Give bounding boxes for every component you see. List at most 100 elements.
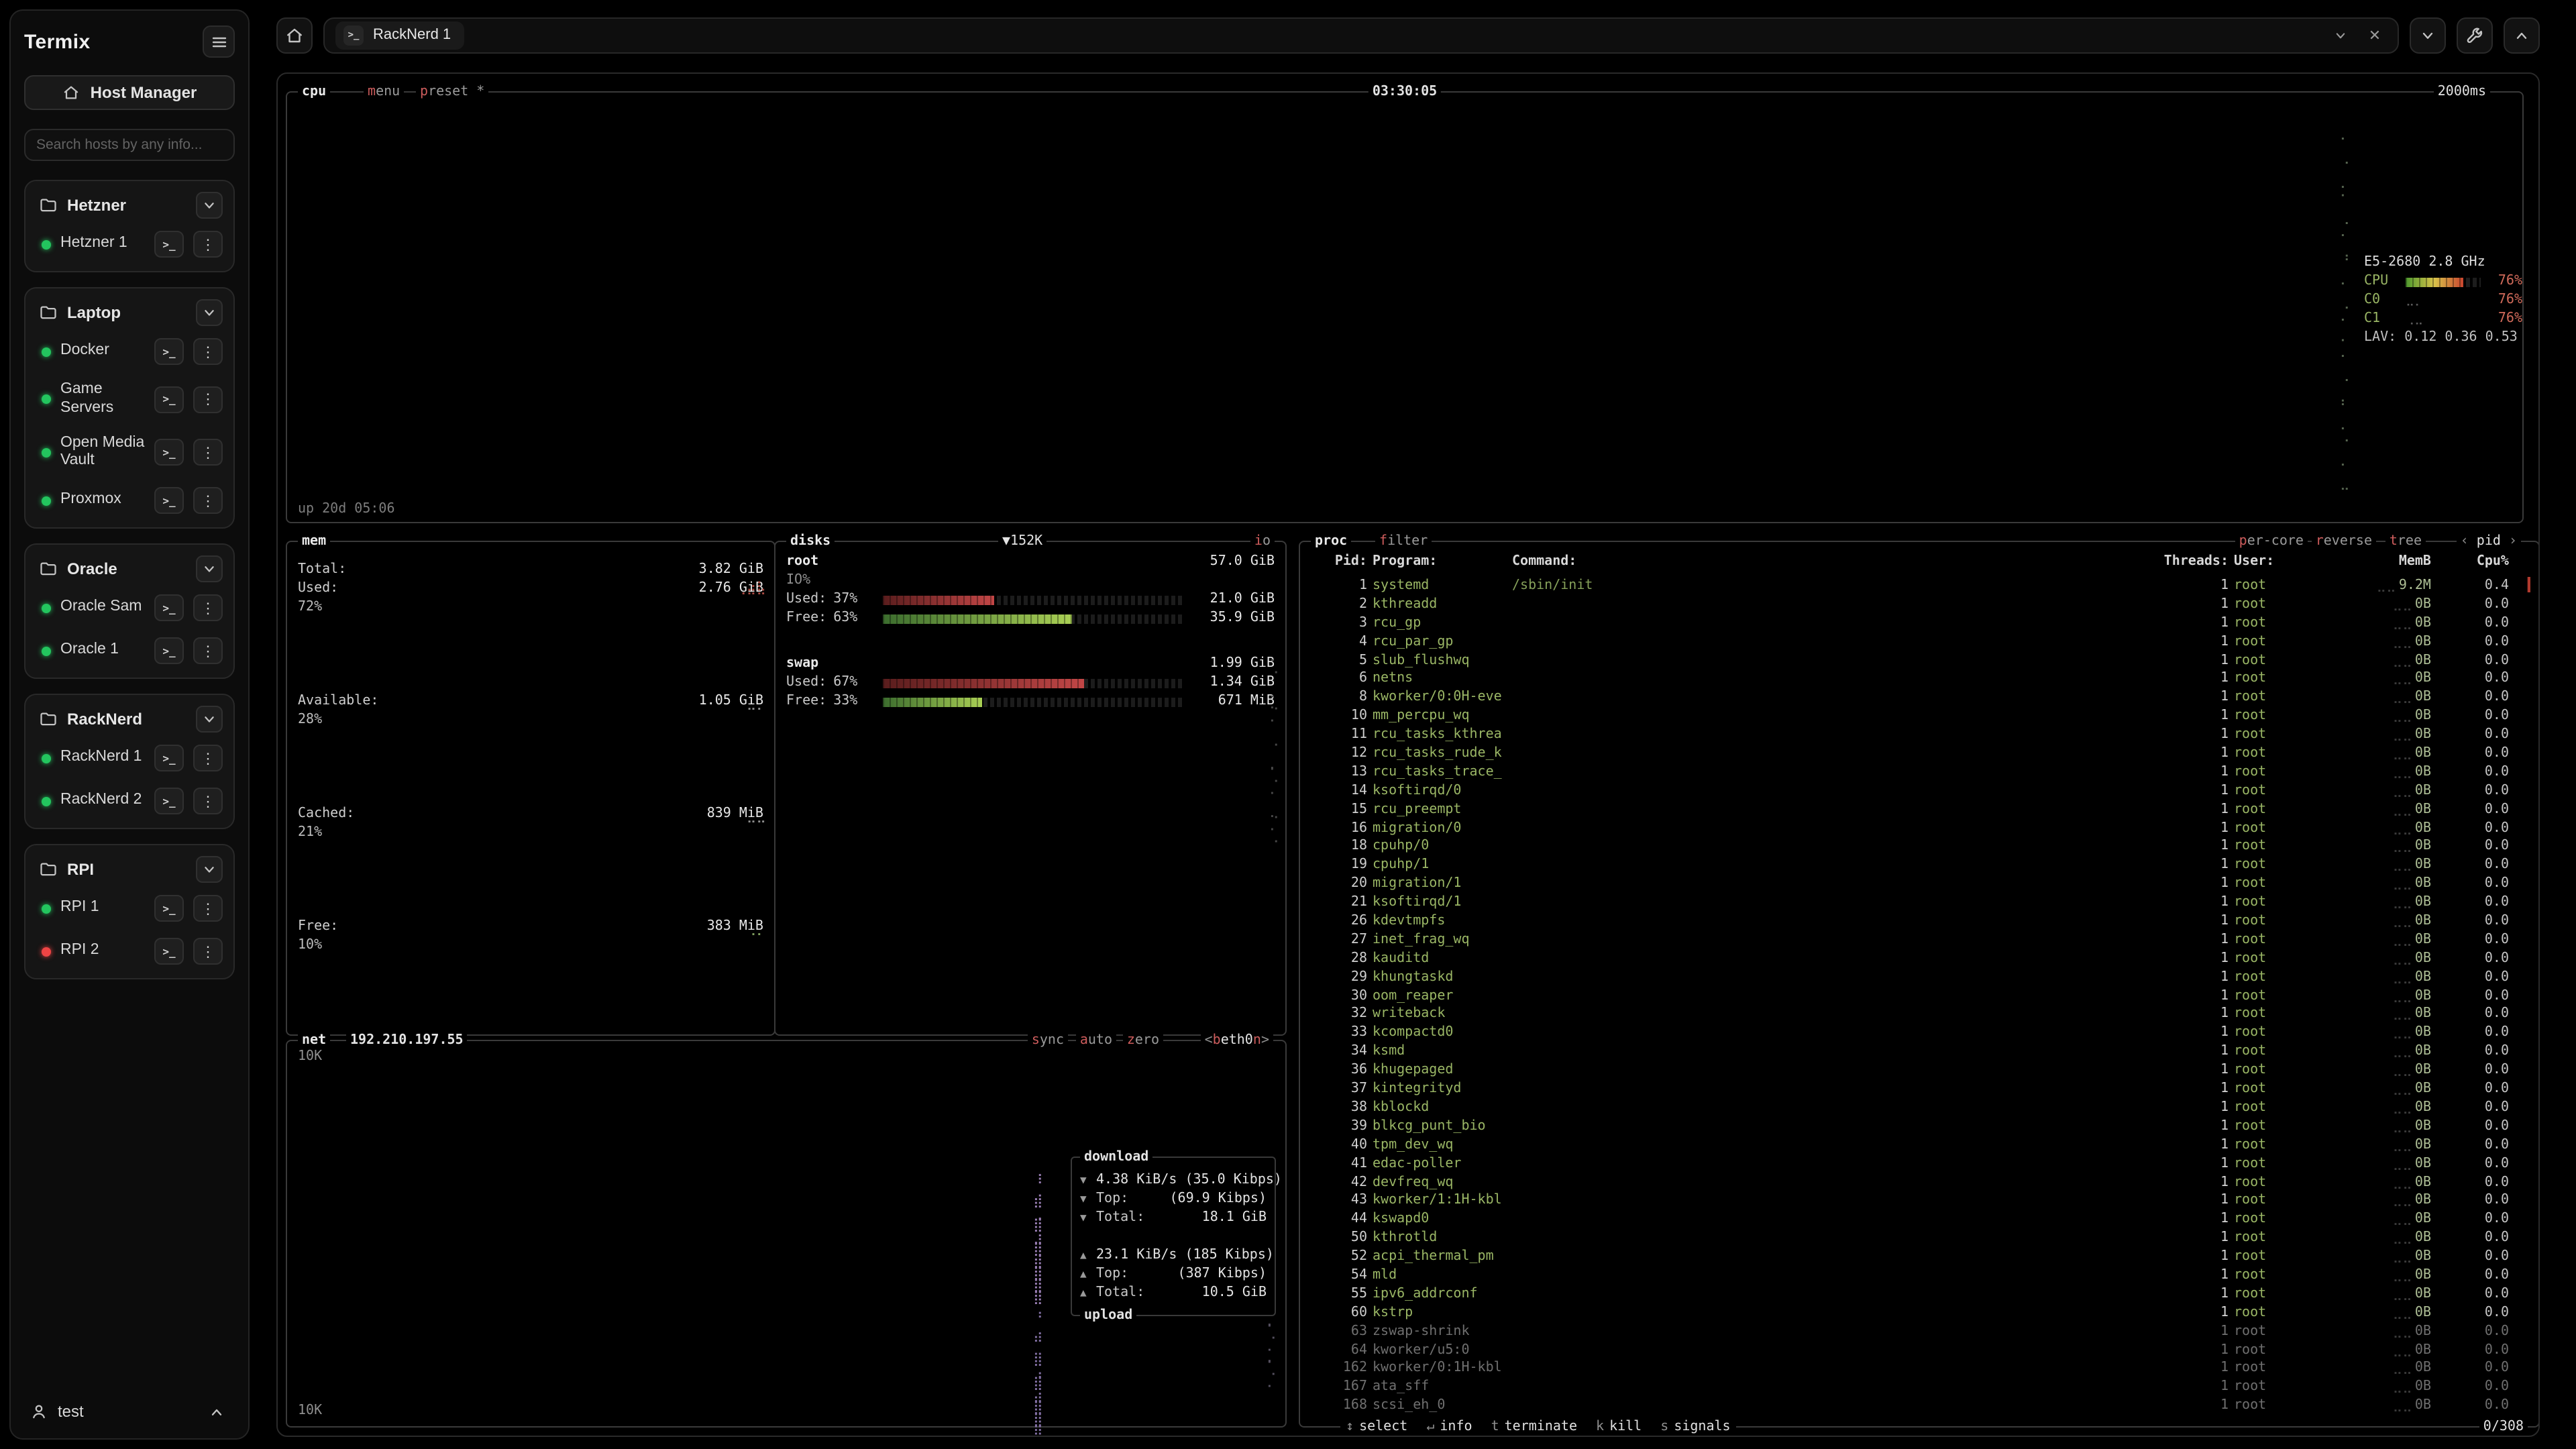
process-row[interactable]: 3rcu_gp1root⣀⣀0B0.0 (1300, 614, 2530, 633)
process-row[interactable]: 28kauditd1root⣀⣀0B0.0 (1300, 950, 2530, 969)
select-action[interactable]: ↕select (1346, 1418, 1407, 1436)
process-row[interactable]: 41edac-poller1root⣀⣀0B0.0 (1300, 1155, 2530, 1173)
process-row[interactable]: 42devfreq_wq1root⣀⣀0B0.0 (1300, 1173, 2530, 1192)
process-row[interactable]: 15rcu_preempt1root⣀⣀0B0.0 (1300, 800, 2530, 819)
host-row[interactable]: RPI 1>_⋮ (34, 890, 225, 927)
host-row[interactable]: Hetzner 1>_⋮ (34, 225, 225, 263)
host-terminal-button[interactable]: >_ (154, 745, 184, 771)
process-row[interactable]: 44kswapd01root⣀⣀0B0.0 (1300, 1211, 2530, 1230)
process-row[interactable]: 12rcu_tasks_rude_k1root⣀⣀0B0.0 (1300, 745, 2530, 763)
host-menu-button[interactable]: ⋮ (193, 338, 223, 365)
process-row[interactable]: 29khungtaskd1root⣀⣀0B0.0 (1300, 968, 2530, 987)
host-row[interactable]: RackNerd 2>_⋮ (34, 782, 225, 820)
col-command[interactable]: Command: (1512, 553, 2129, 572)
process-row[interactable]: 2kthreadd1root⣀⣀0B0.0 (1300, 596, 2530, 614)
process-row[interactable]: 34ksmd1root⣀⣀0B0.0 (1300, 1043, 2530, 1062)
server-tools-button[interactable] (2457, 17, 2493, 53)
process-row[interactable]: 27inet_frag_wq1root⣀⣀0B0.0 (1300, 931, 2530, 950)
host-row[interactable]: Game Servers>_⋮ (34, 376, 225, 423)
group-header[interactable]: Oracle (34, 551, 225, 589)
group-header[interactable]: Laptop (34, 295, 225, 333)
process-row[interactable]: 26kdevtmpfs1root⣀⣀0B0.0 (1300, 912, 2530, 931)
process-row[interactable]: 167ata_sff1root⣀⣀0B0.0 (1300, 1379, 2530, 1397)
process-row[interactable]: 43kworker/1:1H-kbl1root⣀⣀0B0.0 (1300, 1192, 2530, 1211)
host-row[interactable]: Open Media Vault>_⋮ (34, 429, 225, 476)
host-manager-button[interactable]: Host Manager (24, 75, 235, 110)
host-terminal-button[interactable]: >_ (154, 439, 184, 466)
collapse-up-button[interactable] (2504, 17, 2540, 53)
collapse-down-button[interactable] (2410, 17, 2446, 53)
process-row[interactable]: 63zswap-shrink1root⣀⣀0B0.0 (1300, 1322, 2530, 1341)
host-menu-button[interactable]: ⋮ (193, 895, 223, 922)
process-row[interactable]: 33kcompactd01root⣀⣀0B0.0 (1300, 1024, 2530, 1043)
host-terminal-button[interactable]: >_ (154, 487, 184, 514)
col-program[interactable]: Program: (1373, 553, 1507, 572)
process-row[interactable]: 32writeback1root⣀⣀0B0.0 (1300, 1006, 2530, 1024)
signals-action[interactable]: ssignals (1660, 1418, 1730, 1436)
menu-toggle[interactable]: menu (364, 83, 404, 101)
process-row[interactable]: 36khugepaged1root⣀⣀0B0.0 (1300, 1061, 2530, 1080)
host-terminal-button[interactable]: >_ (154, 637, 184, 664)
process-row[interactable]: 8kworker/0:0H-eve1root⣀⣀0B0.0 (1300, 689, 2530, 708)
process-row[interactable]: 168scsi_eh_01root⣀⣀0B0.0 (1300, 1397, 2530, 1415)
group-collapse-button[interactable] (196, 192, 223, 219)
kill-action[interactable]: kkill (1596, 1418, 1642, 1436)
col-threads[interactable]: Threads: (2135, 553, 2229, 572)
host-terminal-button[interactable]: >_ (154, 386, 184, 413)
process-row[interactable]: 40tpm_dev_wq1root⣀⣀0B0.0 (1300, 1136, 2530, 1155)
close-tab-button[interactable]: ✕ (2363, 23, 2387, 47)
host-terminal-button[interactable]: >_ (154, 788, 184, 814)
group-header[interactable]: RackNerd (34, 702, 225, 739)
col-pid[interactable]: Pid: (1308, 553, 1367, 572)
preset-toggle[interactable]: preset * (416, 83, 488, 101)
host-search-input[interactable] (24, 129, 235, 161)
host-row[interactable]: RPI 2>_⋮ (34, 932, 225, 970)
host-row[interactable]: RackNerd 1>_⋮ (34, 739, 225, 777)
process-row[interactable]: 60kstrp1root⣀⣀0B0.0 (1300, 1303, 2530, 1322)
host-row[interactable]: Oracle 1>_⋮ (34, 632, 225, 669)
process-row[interactable]: 55ipv6_addrconf1root⣀⣀0B0.0 (1300, 1285, 2530, 1304)
group-collapse-button[interactable] (196, 299, 223, 326)
tab-racknerd-1[interactable]: >_ RackNerd 1 (335, 21, 464, 49)
refresh-rate[interactable]: 2000ms (2434, 83, 2490, 101)
group-collapse-button[interactable] (196, 555, 223, 582)
host-menu-button[interactable]: ⋮ (193, 386, 223, 413)
group-header[interactable]: Hetzner (34, 188, 225, 225)
col-cpu[interactable]: Cpu% (2436, 553, 2509, 572)
host-terminal-button[interactable]: >_ (154, 594, 184, 621)
tree-toggle[interactable]: tree (2385, 533, 2426, 550)
host-menu-button[interactable]: ⋮ (193, 594, 223, 621)
host-menu-button[interactable]: ⋮ (193, 788, 223, 814)
user-menu-button[interactable] (203, 1398, 229, 1425)
process-row[interactable]: 30oom_reaper1root⣀⣀0B0.0 (1300, 987, 2530, 1006)
host-menu-button[interactable]: ⋮ (193, 637, 223, 664)
net-interface-selector[interactable]: <b eth0 n> (1201, 1032, 1273, 1049)
group-header[interactable]: RPI (34, 852, 225, 890)
host-terminal-button[interactable]: >_ (154, 895, 184, 922)
process-row[interactable]: 50kthrotld1root⣀⣀0B0.0 (1300, 1229, 2530, 1248)
process-list[interactable]: 1systemd/sbin/init1root⣀⣀9.2M0.4▊2kthrea… (1300, 577, 2530, 1421)
user-footer[interactable]: test (24, 1387, 235, 1428)
per-core-toggle[interactable]: per-core (2235, 533, 2308, 550)
host-menu-button[interactable]: ⋮ (193, 231, 223, 258)
host-row[interactable]: Docker>_⋮ (34, 333, 225, 370)
process-row[interactable]: 20migration/11root⣀⣀0B0.0 (1300, 875, 2530, 894)
terminate-action[interactable]: tterminate (1491, 1418, 1577, 1436)
host-menu-button[interactable]: ⋮ (193, 938, 223, 965)
reverse-toggle[interactable]: reverse (2312, 533, 2376, 550)
host-row[interactable]: Proxmox>_⋮ (34, 482, 225, 519)
process-row[interactable]: 52acpi_thermal_pm1root⣀⣀0B0.0 (1300, 1248, 2530, 1267)
host-menu-button[interactable]: ⋮ (193, 487, 223, 514)
process-row[interactable]: 16migration/01root⣀⣀0B0.0 (1300, 819, 2530, 838)
process-row[interactable]: 162kworker/0:1H-kbl1root⣀⣀0B0.0 (1300, 1360, 2530, 1379)
group-collapse-button[interactable] (196, 706, 223, 733)
col-memb[interactable]: MemB (2337, 553, 2431, 572)
process-row[interactable]: 5slub_flushwq1root⣀⣀0B0.0 (1300, 651, 2530, 670)
process-row[interactable]: 13rcu_tasks_trace_1root⣀⣀0B0.0 (1300, 763, 2530, 782)
sort-selector[interactable]: ‹ pid › (2457, 533, 2521, 550)
net-sync-toggle[interactable]: sync (1028, 1032, 1068, 1049)
process-row[interactable]: 11rcu_tasks_kthrea1root⣀⣀0B0.0 (1300, 726, 2530, 745)
host-terminal-button[interactable]: >_ (154, 938, 184, 965)
process-row[interactable]: 10mm_percpu_wq1root⣀⣀0B0.0 (1300, 707, 2530, 726)
process-row[interactable]: 4rcu_par_gp1root⣀⣀0B0.0 (1300, 633, 2530, 651)
